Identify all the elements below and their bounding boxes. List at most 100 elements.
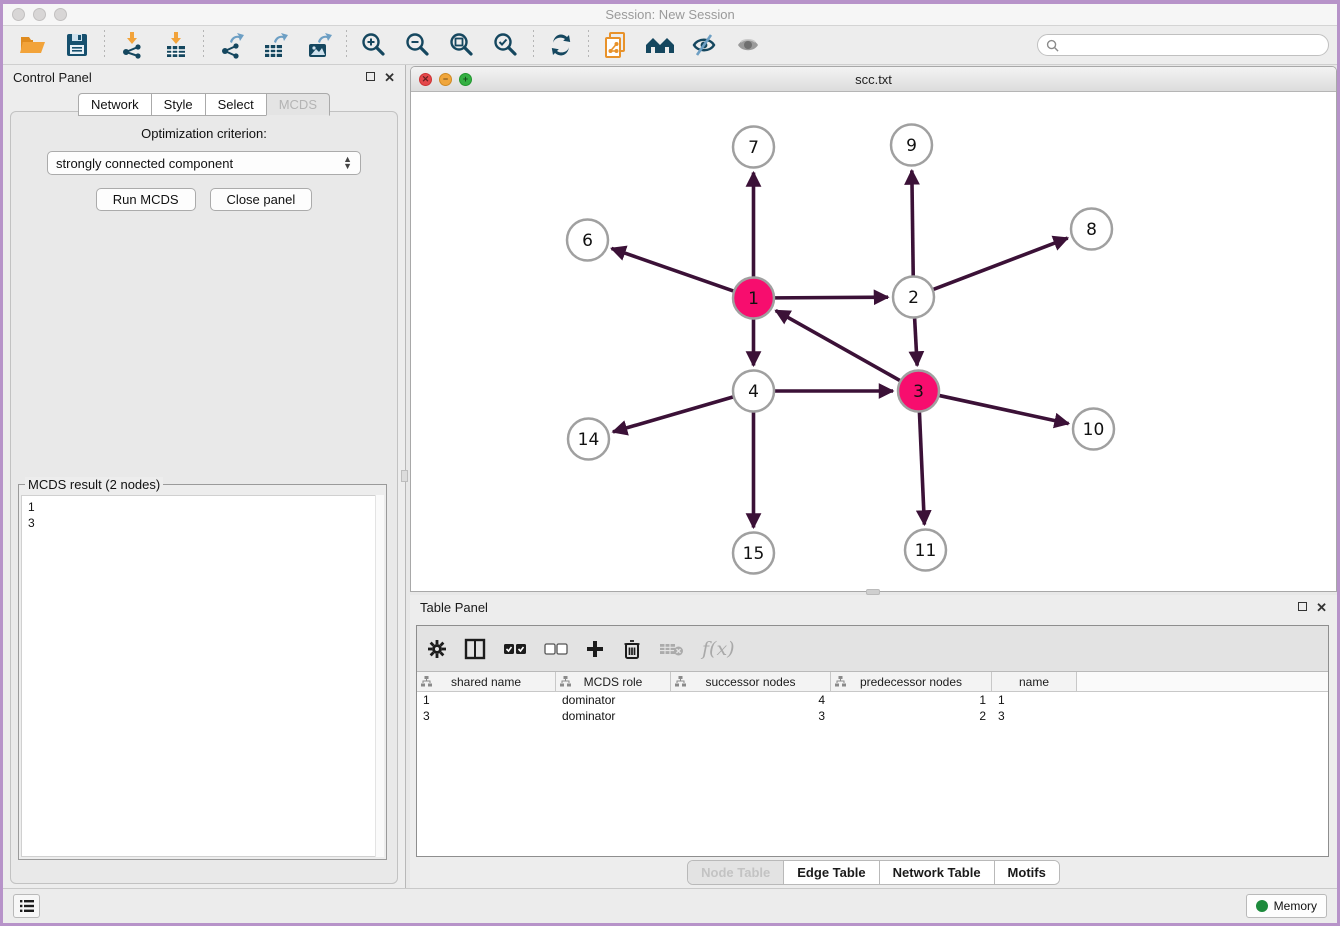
tab-node-table[interactable]: Node Table — [688, 861, 784, 884]
graph-node-9[interactable]: 9 — [891, 125, 932, 166]
export-table-icon[interactable] — [257, 29, 293, 61]
float-table-panel-icon[interactable] — [1298, 601, 1307, 613]
zoom-fit-icon[interactable] — [444, 29, 480, 61]
graph-edge-2-3[interactable] — [915, 318, 918, 365]
graph-node-label: 3 — [913, 382, 924, 402]
delete-column-icon[interactable] — [622, 638, 642, 660]
export-network-icon[interactable] — [213, 29, 249, 61]
open-session-icon[interactable] — [15, 29, 51, 61]
graph-node-8[interactable]: 8 — [1071, 209, 1112, 250]
zoom-selected-icon[interactable] — [488, 29, 524, 61]
float-panel-icon[interactable] — [366, 71, 375, 83]
result-scrollbar[interactable] — [375, 495, 384, 857]
network-minimize-icon[interactable]: − — [439, 73, 452, 86]
graph-edge-4-14[interactable] — [613, 397, 733, 432]
list-icon — [19, 899, 35, 913]
tab-mcds[interactable]: MCDS — [266, 93, 330, 116]
table-body: 1 dominator 4 1 1 3 dominator 3 2 3 — [417, 692, 1328, 856]
tab-network[interactable]: Network — [78, 93, 151, 116]
mcds-result-list[interactable]: 1 3 — [21, 495, 384, 857]
network-close-icon[interactable]: ✕ — [419, 73, 432, 86]
unselect-all-columns-icon[interactable] — [544, 643, 568, 655]
graph-edge-2-8[interactable] — [934, 238, 1068, 289]
search-icon — [1046, 39, 1059, 52]
select-all-columns-icon[interactable] — [503, 643, 527, 655]
first-neighbors-icon[interactable] — [642, 29, 678, 61]
memory-button[interactable]: Memory — [1246, 894, 1327, 918]
search-field[interactable] — [1037, 34, 1329, 56]
graph-node-1[interactable]: 1 — [733, 278, 774, 319]
control-panel-title: Control Panel — [13, 70, 92, 85]
table-row[interactable]: 3 dominator 3 2 3 — [417, 708, 1328, 724]
graph-node-14[interactable]: 14 — [568, 419, 609, 460]
graph-edge-1-6[interactable] — [612, 248, 734, 290]
zoom-in-icon[interactable] — [356, 29, 392, 61]
clone-network-icon[interactable] — [598, 29, 634, 61]
application-window: Session: New Session — [0, 0, 1340, 926]
table-panel: Table Panel ✕ — [410, 595, 1337, 888]
column-header-mcds-role[interactable]: MCDS role — [556, 672, 671, 691]
column-header-predecessor-nodes[interactable]: predecessor nodes — [831, 672, 992, 691]
graph-node-label: 15 — [743, 544, 765, 564]
task-history-button[interactable] — [13, 894, 40, 918]
graph-node-10[interactable]: 10 — [1073, 409, 1114, 450]
graph-node-label: 6 — [582, 231, 593, 251]
run-mcds-button[interactable]: Run MCDS — [96, 188, 196, 211]
table-tabs-row: Node Table Edge Table Network Table Moti… — [410, 857, 1337, 888]
table-header-row: shared name MCDS role successor nodes — [417, 672, 1328, 692]
show-details-icon[interactable] — [730, 29, 766, 61]
header-filler — [1077, 672, 1328, 691]
add-column-icon[interactable] — [585, 639, 605, 659]
close-panel-button[interactable]: Close panel — [210, 188, 313, 211]
mcds-result-item[interactable]: 1 — [28, 499, 377, 515]
export-image-icon[interactable] — [301, 29, 337, 61]
network-window-titlebar[interactable]: ✕ − + scc.txt — [411, 67, 1336, 92]
import-network-icon[interactable] — [114, 29, 150, 61]
column-header-shared-name[interactable]: shared name — [417, 672, 556, 691]
column-header-successor-nodes[interactable]: successor nodes — [671, 672, 831, 691]
close-table-panel-icon[interactable]: ✕ — [1316, 601, 1327, 614]
network-maximize-icon[interactable]: + — [459, 73, 472, 86]
save-session-icon[interactable] — [59, 29, 95, 61]
graph-node-3[interactable]: 3 — [898, 371, 939, 412]
graph-node-7[interactable]: 7 — [733, 127, 774, 168]
graph-edge-1-2[interactable] — [775, 297, 888, 298]
graph-node-2[interactable]: 2 — [893, 277, 934, 318]
function-builder-icon: f(x) — [702, 638, 735, 660]
graph-edge-3-10[interactable] — [940, 396, 1069, 424]
network-view-window: ✕ − + scc.txt 7 9 6 8 1 2 4 3 14 10 15 11 — [410, 66, 1337, 592]
horizontal-splitter[interactable] — [410, 592, 1337, 595]
tab-edge-table[interactable]: Edge Table — [784, 861, 879, 884]
toolbar-separator — [533, 30, 534, 60]
refresh-view-icon[interactable] — [543, 29, 579, 61]
mcds-result-item[interactable]: 3 — [28, 515, 377, 531]
tab-motifs[interactable]: Motifs — [995, 861, 1059, 884]
search-input[interactable] — [1064, 38, 1320, 52]
network-graph[interactable]: 7 9 6 8 1 2 4 3 14 10 15 11 — [411, 92, 1336, 592]
table-row[interactable]: 1 dominator 4 1 1 — [417, 692, 1328, 708]
graph-edge-2-9[interactable] — [912, 170, 913, 275]
graph-node-4[interactable]: 4 — [733, 371, 774, 412]
column-layout-icon[interactable] — [464, 638, 486, 660]
import-table-icon[interactable] — [158, 29, 194, 61]
toolbar-separator — [588, 30, 589, 60]
tab-network-table[interactable]: Network Table — [880, 861, 995, 884]
close-panel-icon[interactable]: ✕ — [384, 71, 395, 84]
graph-node-label: 11 — [915, 541, 937, 561]
graph-edge-3-1[interactable] — [776, 311, 900, 381]
app-titlebar: Session: New Session — [3, 4, 1337, 25]
tab-style[interactable]: Style — [151, 93, 205, 116]
graph-node-11[interactable]: 11 — [905, 530, 946, 571]
zoom-out-icon[interactable] — [400, 29, 436, 61]
panel-splitter-handle[interactable] — [401, 470, 408, 482]
optimization-criterion-select[interactable]: strongly connected component ▲▼ — [47, 151, 361, 175]
tab-select[interactable]: Select — [205, 93, 266, 116]
network-window-title: scc.txt — [411, 72, 1336, 87]
toolbar-separator — [346, 30, 347, 60]
hide-details-icon[interactable] — [686, 29, 722, 61]
graph-node-15[interactable]: 15 — [733, 533, 774, 574]
column-header-name[interactable]: name — [992, 672, 1077, 691]
table-settings-icon[interactable] — [427, 639, 447, 659]
graph-node-6[interactable]: 6 — [567, 220, 608, 261]
graph-edge-3-11[interactable] — [919, 412, 924, 524]
